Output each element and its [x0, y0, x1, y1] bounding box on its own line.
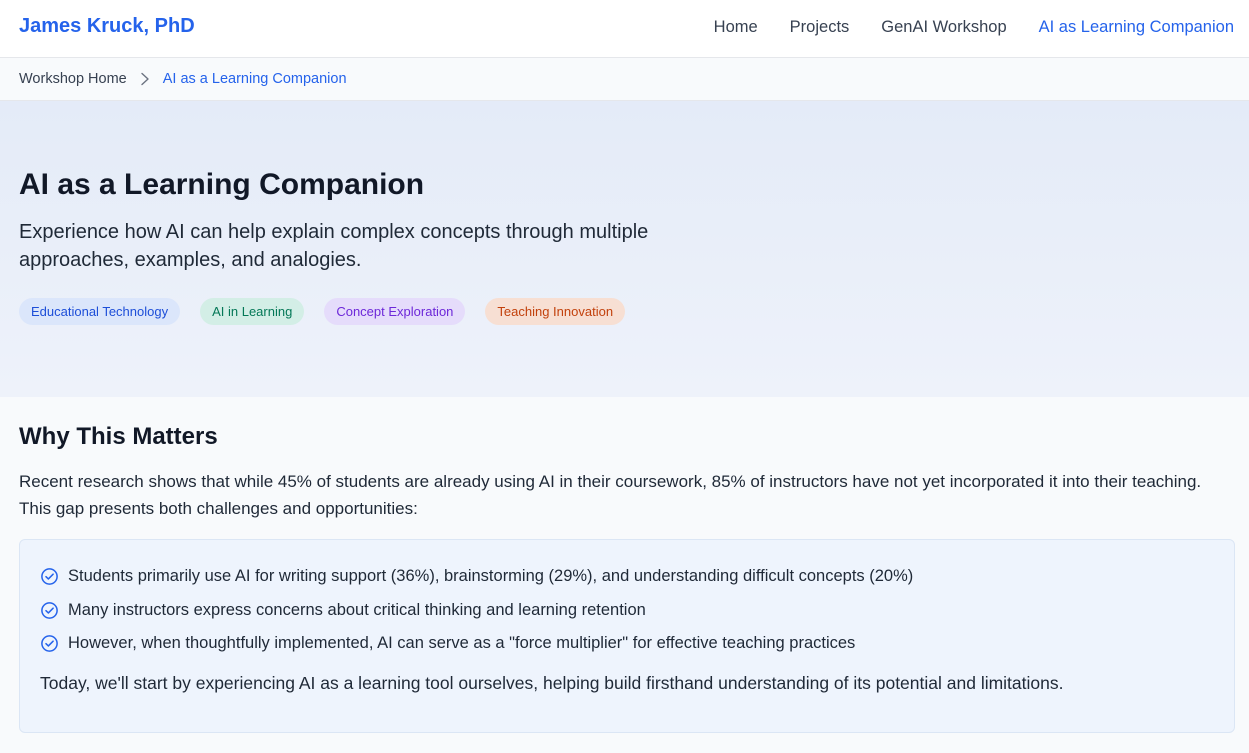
breadcrumb-workshop-home-link[interactable]: Workshop Home	[19, 71, 127, 87]
nav-projects-link[interactable]: Projects	[790, 16, 850, 38]
section-heading: Why This Matters	[19, 423, 218, 450]
breadcrumb: Workshop Home AI as a Learning Companion	[0, 58, 1249, 101]
page-subtitle: Experience how AI can help explain compl…	[19, 221, 649, 271]
point-text: However, when thoughtfully implemented, …	[68, 634, 856, 653]
site-brand-link[interactable]: James Kruck, PhD	[19, 14, 195, 38]
list-item: However, when thoughtfully implemented, …	[40, 627, 913, 661]
list-item: Students primarily use AI for writing su…	[40, 560, 913, 594]
hero-section: AI as a Learning Companion Experience ho…	[0, 101, 1249, 397]
page-title: AI as a Learning Companion	[19, 168, 425, 201]
key-points-list: Students primarily use AI for writing su…	[40, 560, 913, 661]
nav-genai-workshop-link[interactable]: GenAI Workshop	[881, 16, 1006, 38]
topic-tags: Educational Technology AI in Learning Co…	[19, 298, 626, 325]
check-circle-icon	[41, 601, 58, 619]
point-text: Many instructors express concerns about …	[68, 600, 646, 619]
tag-educational-technology: Educational Technology	[19, 298, 181, 325]
tag-ai-in-learning: AI in Learning	[200, 298, 305, 325]
closing-text: Today, we'll start by experiencing AI as…	[40, 673, 1064, 693]
tag-teaching-innovation: Teaching Innovation	[485, 298, 626, 325]
key-points-callout: Students primarily use AI for writing su…	[19, 539, 1235, 733]
tag-concept-exploration: Concept Exploration	[324, 298, 466, 325]
nav-ai-learning-companion-link[interactable]: AI as Learning Companion	[1039, 16, 1234, 38]
check-circle-icon	[41, 568, 58, 586]
nav-home-link[interactable]: Home	[714, 16, 758, 38]
top-header: James Kruck, PhD Home Projects GenAI Wor…	[0, 0, 1249, 58]
point-text: Students primarily use AI for writing su…	[68, 567, 914, 586]
section-intro: Recent research shows that while 45% of …	[19, 472, 1202, 518]
breadcrumb-current-page: AI as a Learning Companion	[162, 71, 347, 87]
chevron-right-icon	[127, 72, 163, 86]
check-circle-icon	[41, 635, 58, 653]
list-item: Many instructors express concerns about …	[40, 594, 913, 628]
main-nav: Home Projects GenAI Workshop AI as Learn…	[714, 16, 1234, 38]
